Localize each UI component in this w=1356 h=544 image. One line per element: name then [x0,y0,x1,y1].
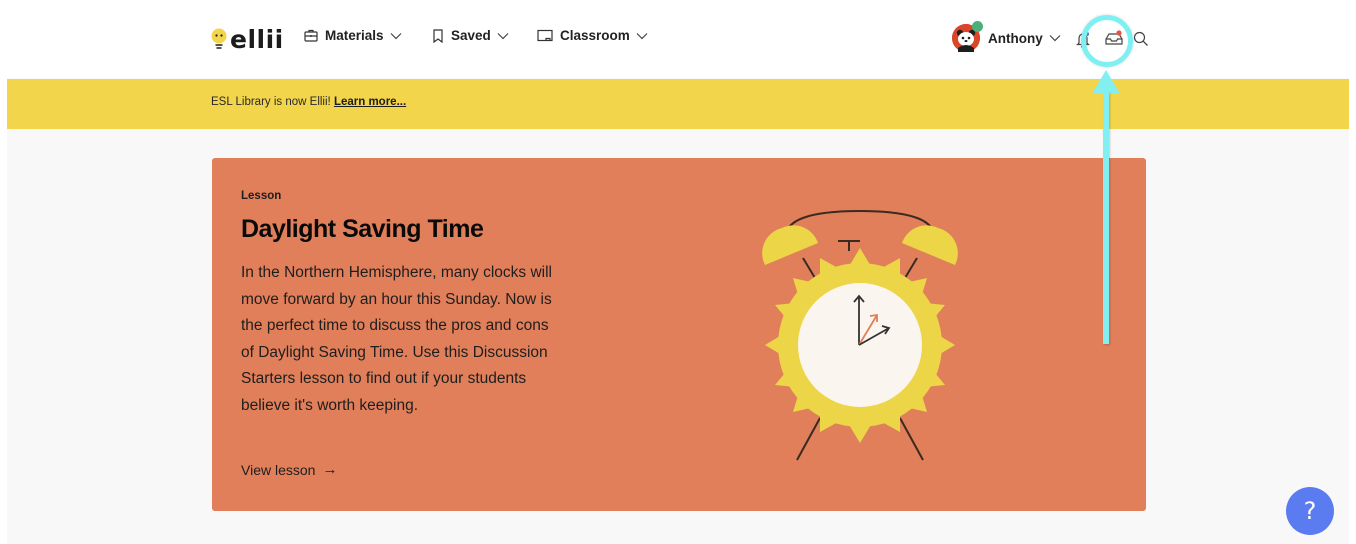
user-name: Anthony [988,30,1043,46]
chalkboard-icon [537,29,553,42]
nav-classroom-label: Classroom [560,28,630,43]
bookmark-icon [433,28,443,43]
online-status-dot [972,21,983,32]
announcement-banner: ESL Library is now Ellii! Learn more... [7,79,1349,129]
chevron-down-icon [1049,35,1061,42]
nav-materials-label: Materials [325,28,384,43]
chevron-down-icon [636,32,648,39]
avatar [952,21,983,52]
learn-more-link[interactable]: Learn more... [334,96,406,108]
nav-classroom[interactable]: Classroom [537,28,648,43]
lesson-kicker: Lesson [241,190,282,202]
search-icon [1133,31,1148,46]
view-lesson-label: View lesson [241,461,316,478]
ellii-logo[interactable]: ellii [210,24,284,56]
clock-leg-left [796,417,821,461]
bell-icon [1076,32,1090,49]
logo-text: ellii [230,24,284,54]
nav-saved[interactable]: Saved [432,28,509,43]
search-button[interactable] [1133,31,1149,52]
help-button[interactable]: ? [1286,487,1334,535]
alarm-clock-illustration [762,209,958,461]
banner-message: ESL Library is now Ellii! Learn more... [211,96,406,108]
top-navigation: ellii Materials Saved Classroom Anthony [7,0,1349,78]
lesson-title: Daylight Saving Time [241,215,484,243]
clock-bell-right [902,225,958,265]
clock-leg-right [899,417,924,461]
page: ellii Materials Saved Classroom Anthony … [7,0,1349,544]
banner-text: ESL Library is now Ellii! [211,96,334,108]
briefcase-icon [304,29,318,42]
chevron-down-icon [497,32,509,39]
nav-saved-label: Saved [451,28,491,43]
lesson-description: In the Northern Hemisphere, many clocks … [241,264,552,414]
clock-top-stem [838,240,860,251]
view-lesson-link[interactable]: View lesson → [241,461,337,478]
featured-lesson-card[interactable]: Lesson Daylight Saving Time In the North… [212,158,1146,511]
chevron-down-icon [390,32,401,39]
arrow-right-icon: → [322,461,338,478]
inbox-button[interactable] [1104,30,1124,51]
clock-bell-left [762,225,818,265]
notifications-button[interactable] [1076,31,1090,53]
lightbulb-icon [211,28,227,49]
inbox-icon [1105,30,1123,45]
user-menu[interactable]: Anthony [952,21,1061,52]
nav-materials[interactable]: Materials [304,28,402,43]
